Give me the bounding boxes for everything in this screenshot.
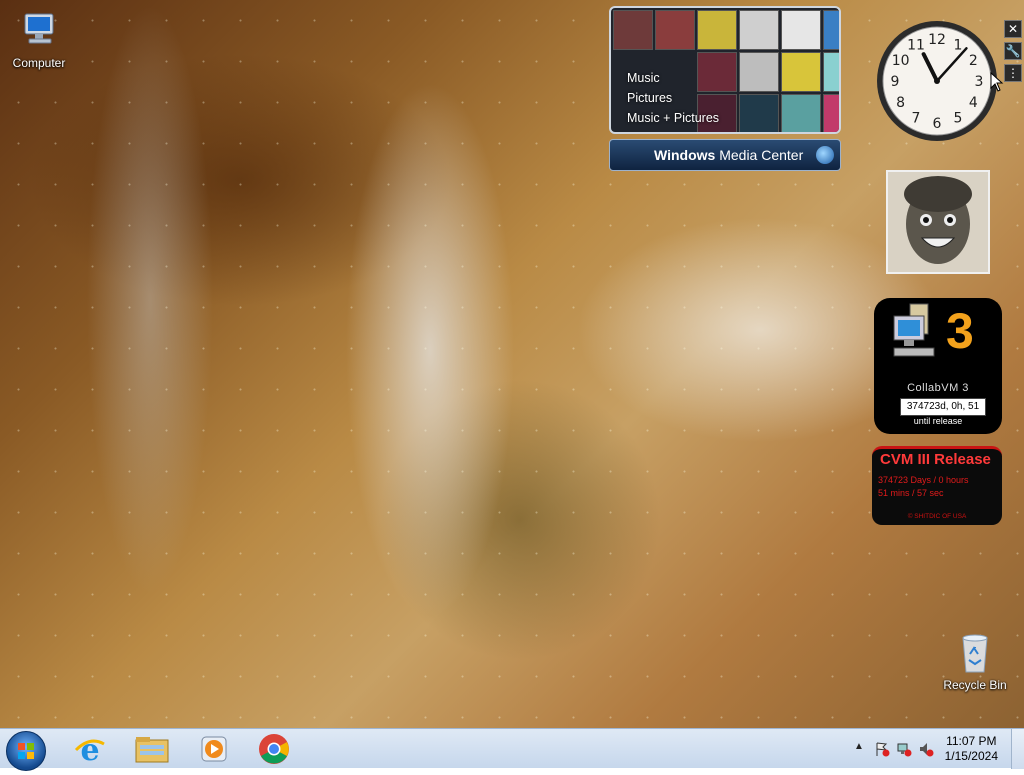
mouse-cursor-icon xyxy=(990,72,1004,92)
release-countdown-gadget[interactable]: CVM III Release 374723 Days / 0 hours 51… xyxy=(872,446,1002,525)
media-center-menu: Music Pictures Music + Pictures xyxy=(627,68,719,128)
media-center-launch-bar[interactable]: Windows Media Center xyxy=(609,139,841,171)
clock-number: 3 xyxy=(975,74,984,90)
release-days-hours: 374723 Days / 0 hours xyxy=(878,475,969,485)
media-tile xyxy=(739,94,779,132)
countdown-field: 374723d, 0h, 51 xyxy=(900,398,986,416)
media-tile xyxy=(739,52,779,92)
clock-number: 9 xyxy=(891,74,900,90)
close-icon[interactable]: ✕ xyxy=(1004,20,1022,38)
menu-item-pictures[interactable]: Pictures xyxy=(627,88,719,108)
media-tile xyxy=(781,52,821,92)
clock-number: 8 xyxy=(896,95,905,111)
until-release-label: until release xyxy=(913,416,963,426)
computer-icon xyxy=(17,8,61,52)
media-tile xyxy=(781,10,821,50)
taskbar-media-player[interactable] xyxy=(194,732,234,766)
media-tile xyxy=(613,10,653,50)
menu-item-music-pictures[interactable]: Music + Pictures xyxy=(627,108,719,128)
media-tile xyxy=(823,52,839,92)
version-number: 3 xyxy=(946,303,974,359)
media-center-tiles: Music Pictures Music + Pictures xyxy=(609,6,841,134)
clock-number: 11 xyxy=(907,38,925,54)
collabvm-gadget[interactable]: 3 CollabVM 3 374723d, 0h, 51 until relea… xyxy=(874,298,1002,434)
media-tile xyxy=(739,10,779,50)
computer-desktop-icon[interactable]: Computer xyxy=(0,8,78,70)
volume-muted-icon[interactable] xyxy=(918,741,934,757)
wallpaper-sparkles xyxy=(0,0,1024,728)
folder-icon xyxy=(135,737,169,763)
recycle-bin-icon xyxy=(953,630,997,674)
media-tile xyxy=(697,10,737,50)
show-hidden-icons-chevron[interactable]: ▲ xyxy=(854,741,864,752)
svg-text:e: e xyxy=(80,733,99,766)
taskbar-time: 11:07 PM xyxy=(946,734,997,748)
release-heading: CVM III Release xyxy=(880,451,991,468)
media-player-icon xyxy=(201,736,227,762)
clock-number: 7 xyxy=(912,110,921,126)
action-center-flag-icon[interactable] xyxy=(874,741,890,757)
taskbar-internet-explorer[interactable]: e xyxy=(70,732,110,768)
start-button[interactable] xyxy=(6,731,46,771)
taskbar-file-explorer[interactable] xyxy=(132,732,172,766)
media-center-title: Media Center xyxy=(719,147,804,163)
media-center-gadget[interactable]: Music Pictures Music + Pictures Windows … xyxy=(609,6,841,171)
windows-orb-icon xyxy=(816,146,834,164)
clock-gadget[interactable]: 12 1 2 3 4 5 6 7 8 9 10 11 xyxy=(874,18,1000,144)
show-desktop-button[interactable] xyxy=(1011,729,1024,769)
chrome-icon xyxy=(259,734,289,764)
media-tile xyxy=(655,10,695,50)
taskbar-chrome[interactable] xyxy=(254,732,294,766)
analog-clock-face: 12 12 3 45678 9 1011 xyxy=(877,21,997,141)
release-footer: © SHITDIC OF USA xyxy=(907,513,967,520)
media-tile xyxy=(781,94,821,132)
release-mins-secs: 51 mins / 57 sec xyxy=(878,488,944,498)
internet-explorer-icon: e xyxy=(74,733,105,768)
network-icon[interactable] xyxy=(896,741,912,757)
drag-handle-icon[interactable]: ⋮ xyxy=(1004,64,1022,82)
clock-number: 12 xyxy=(928,32,946,48)
media-center-brand: Windows xyxy=(654,147,716,163)
statue-face-photo xyxy=(888,172,988,272)
clock-number: 6 xyxy=(933,116,942,132)
taskbar-clock[interactable]: 11:07 PM 1/15/2024 xyxy=(945,734,998,764)
notification-area: ▲ 11:07 PM 1/15/2024 xyxy=(834,729,1024,769)
computer-icon-label: Computer xyxy=(12,56,66,70)
collabvm-title: CollabVM 3 xyxy=(907,382,969,394)
taskbar-date: 1/15/2024 xyxy=(944,749,998,763)
recycle-bin-desktop-icon[interactable]: Recycle Bin xyxy=(936,630,1014,692)
clock-number: 4 xyxy=(969,95,978,111)
slideshow-gadget[interactable] xyxy=(886,170,990,274)
wrench-icon[interactable]: 🔧 xyxy=(1004,42,1022,60)
clock-number: 2 xyxy=(969,53,978,69)
media-tile xyxy=(823,94,839,132)
clock-number: 1 xyxy=(954,38,963,54)
recycle-bin-icon-label: Recycle Bin xyxy=(943,678,1007,692)
media-tile xyxy=(823,10,839,50)
clock-number: 10 xyxy=(892,53,910,69)
clock-number: 5 xyxy=(954,110,963,126)
windows-logo-icon xyxy=(18,743,34,759)
menu-item-music[interactable]: Music xyxy=(627,68,719,88)
taskbar: e ▲ 11:07 PM 1/15/2024 xyxy=(0,728,1024,771)
gadget-controls: ✕ 🔧 ⋮ xyxy=(1004,20,1022,86)
